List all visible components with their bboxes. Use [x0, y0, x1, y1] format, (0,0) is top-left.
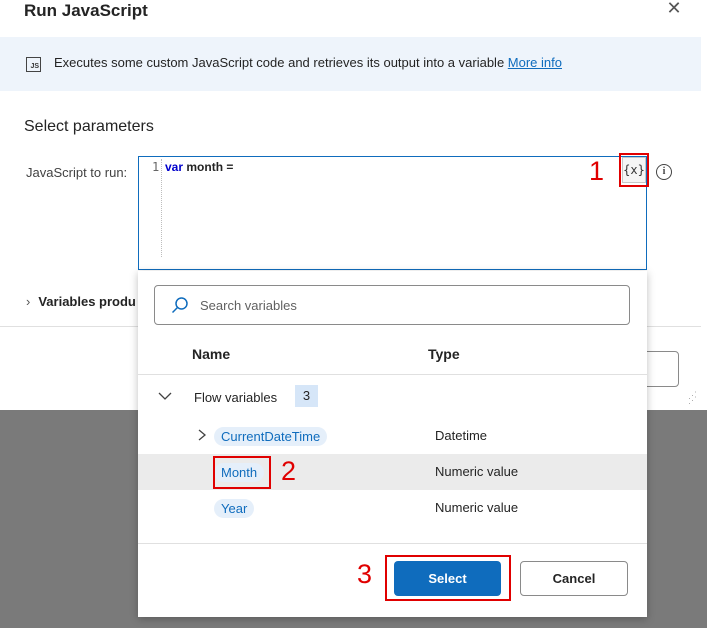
callout-3: 3 — [357, 559, 373, 589]
column-header-name[interactable]: Name — [192, 346, 230, 362]
javascript-field-label: JavaScript to run: — [26, 165, 128, 180]
variable-row-currentdatetime[interactable]: CurrentDateTime Datetime — [138, 418, 647, 454]
more-info-link[interactable]: More info — [508, 55, 562, 70]
search-box[interactable] — [154, 285, 630, 325]
flow-variables-group[interactable]: Flow variables 3 — [138, 382, 647, 412]
variable-chip: CurrentDateTime — [214, 427, 328, 446]
code-text: month = — [183, 160, 234, 174]
variables-produced-toggle[interactable]: › Variables produ — [26, 294, 136, 309]
column-header-type[interactable]: Type — [428, 346, 460, 362]
chevron-down-icon — [158, 392, 172, 400]
variable-picker-dropdown: Name Type Flow variables 3 CurrentDateTi… — [138, 271, 647, 617]
variable-row-year[interactable]: Year Numeric value — [138, 490, 647, 526]
line-number: 1 — [152, 160, 160, 174]
highlight-box-select — [385, 555, 511, 601]
chevron-right-icon — [198, 429, 207, 441]
javascript-code-editor[interactable]: 1 var month = — [138, 156, 647, 270]
resize-grip-icon[interactable]: ⋰ ⋰ — [688, 391, 698, 405]
header-divider — [138, 374, 647, 375]
close-icon[interactable]: ✕ — [663, 0, 685, 18]
variable-type: Numeric value — [435, 464, 519, 479]
group-label: Flow variables — [194, 390, 278, 405]
callout-2: 2 — [281, 456, 297, 486]
chevron-right-icon: › — [26, 294, 31, 309]
info-description: Executes some custom JavaScript code and… — [54, 55, 562, 70]
info-icon[interactable]: i — [656, 164, 672, 180]
variable-type: Datetime — [435, 428, 488, 443]
callout-1: 1 — [589, 156, 605, 186]
dialog-edge — [701, 0, 707, 410]
info-text: Executes some custom JavaScript code and… — [54, 55, 505, 70]
section-title: Select parameters — [24, 118, 154, 135]
picker-footer-divider — [138, 543, 647, 544]
variables-produced-label: Variables produ — [38, 294, 136, 309]
code-keyword: var — [165, 160, 184, 174]
group-count-badge: 3 — [295, 385, 318, 407]
code-line: var month = — [165, 160, 233, 174]
variable-type: Numeric value — [435, 500, 519, 515]
variable-chip: Year — [214, 499, 255, 518]
search-variables-input[interactable] — [200, 295, 620, 315]
search-icon — [171, 297, 188, 314]
editor-gutter-divider — [161, 159, 162, 257]
dialog-title: Run JavaScript — [24, 1, 148, 20]
highlight-box-variable-button — [619, 153, 649, 187]
cancel-button[interactable]: Cancel — [520, 561, 628, 596]
highlight-box-month — [213, 456, 271, 489]
javascript-file-icon: JS — [26, 57, 41, 72]
